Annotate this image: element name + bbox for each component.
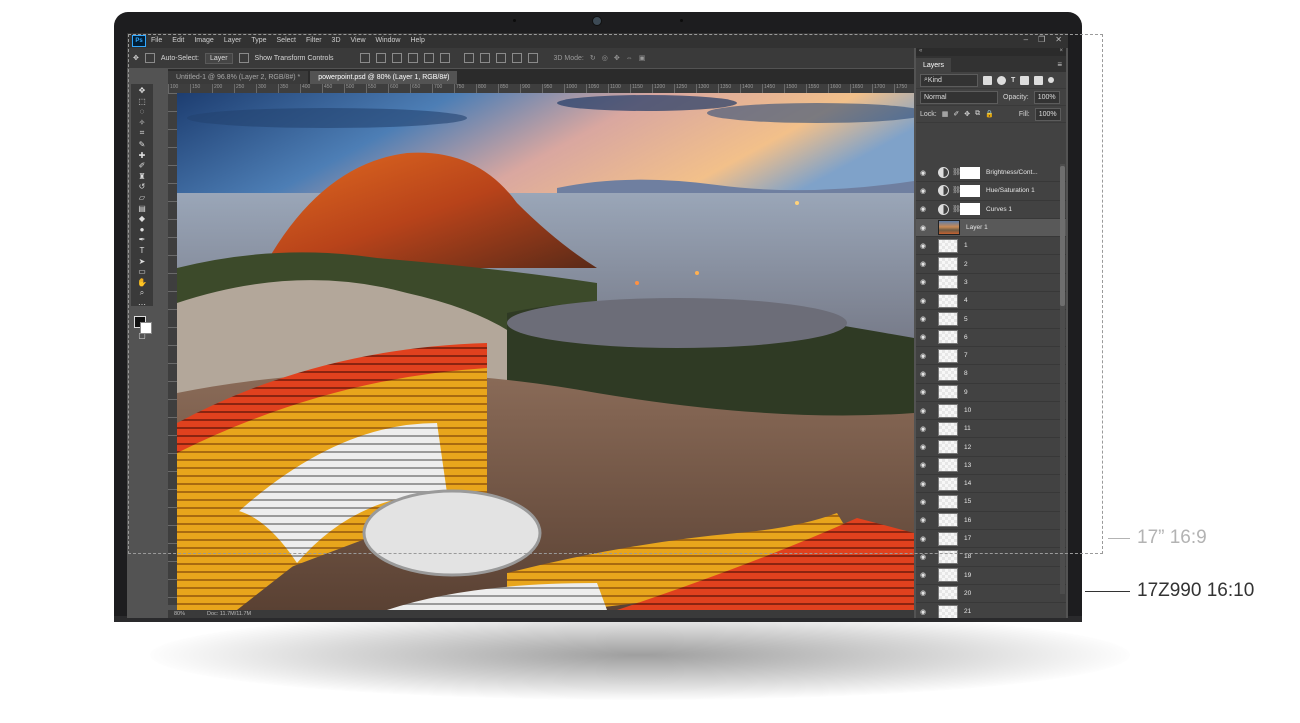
ratio-16-9-outline <box>128 34 1103 554</box>
layer-thumbnail[interactable] <box>938 604 958 618</box>
layer-thumbnail[interactable] <box>938 568 958 583</box>
layer-name: 21 <box>964 608 972 616</box>
visibility-eye-icon[interactable]: ◉ <box>916 553 930 561</box>
layer-row[interactable]: ◉ 19 <box>916 567 1066 585</box>
webcam <box>592 16 602 26</box>
laptop-shadow <box>150 610 1130 700</box>
visibility-eye-icon[interactable]: ◉ <box>916 571 930 579</box>
visibility-eye-icon[interactable]: ◉ <box>916 608 930 616</box>
microphone-dot <box>680 19 683 22</box>
layer-thumbnail[interactable] <box>938 586 958 601</box>
layer-name: 20 <box>964 589 972 597</box>
visibility-eye-icon[interactable]: ◉ <box>916 589 930 597</box>
ratio-16-10-pointer <box>1085 591 1130 592</box>
layer-row[interactable]: ◉ 20 <box>916 585 1066 604</box>
status-bar: 80% Doc: 11.7M/11.7M <box>168 610 914 618</box>
ratio-16-9-label: 17” 16:9 <box>1137 527 1207 548</box>
document-size: Doc: 11.7M/11.7M <box>207 611 252 617</box>
layer-name: 18 <box>964 553 972 561</box>
ratio-16-10-label: 17Z990 16:10 <box>1137 580 1255 601</box>
zoom-level[interactable]: 80% <box>174 611 185 617</box>
layer-name: 19 <box>964 571 972 579</box>
microphone-dot <box>513 19 516 22</box>
ratio-16-9-pointer <box>1108 538 1130 539</box>
layer-row[interactable]: ◉ 21 <box>916 603 1066 618</box>
